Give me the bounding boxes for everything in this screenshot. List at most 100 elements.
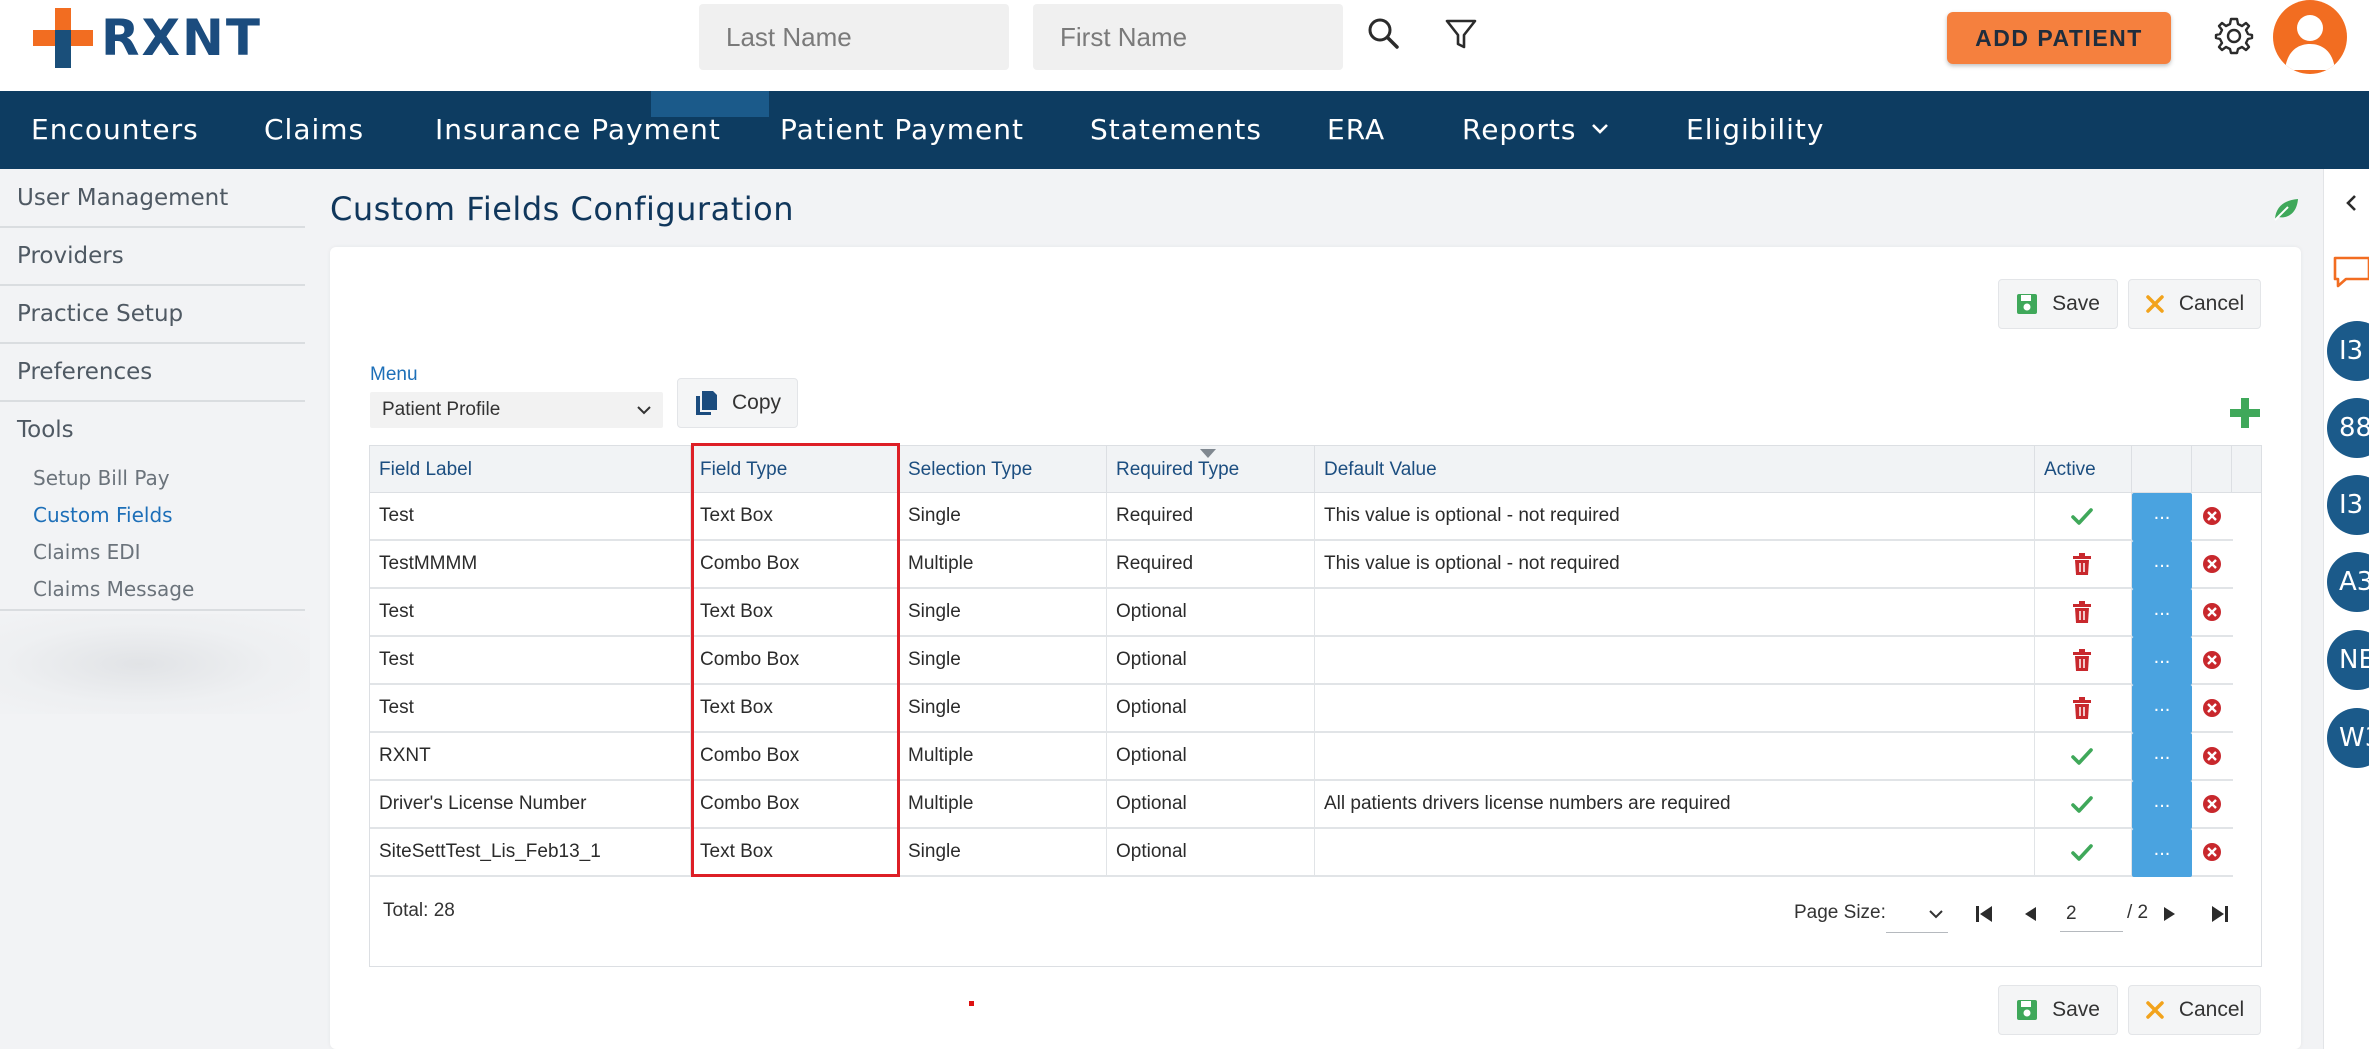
header-selection-type[interactable]: Selection Type bbox=[899, 446, 1107, 493]
page-size-select[interactable] bbox=[1886, 895, 1948, 933]
sidebar-subitem-setup-bill-pay[interactable]: Setup Bill Pay bbox=[33, 466, 170, 490]
trash-icon[interactable] bbox=[2070, 648, 2094, 672]
row-options-button[interactable]: ... bbox=[2132, 493, 2192, 541]
remove-row-icon[interactable] bbox=[2202, 842, 2222, 862]
sidebar-divider bbox=[0, 226, 305, 228]
page-total: / 2 bbox=[2127, 902, 2149, 923]
header-field-label[interactable]: Field Label bbox=[370, 446, 691, 493]
cell-default-value bbox=[1315, 589, 2035, 635]
menu-select[interactable]: Patient Profile bbox=[370, 392, 663, 428]
save-button-bottom[interactable]: Save bbox=[1998, 985, 2118, 1035]
remove-row-icon[interactable] bbox=[2202, 794, 2222, 814]
chat-icon[interactable] bbox=[2332, 255, 2369, 289]
cell-required-type: Optional bbox=[1107, 781, 1315, 827]
cell-default-value bbox=[1315, 829, 2035, 875]
sidebar-item-practice-setup[interactable]: Practice Setup bbox=[17, 301, 183, 327]
cell-required-type: Optional bbox=[1107, 685, 1315, 731]
nav-eligibility[interactable]: Eligibility bbox=[1686, 91, 1824, 169]
cell-field-label: RXNT bbox=[370, 733, 691, 779]
row-options-button[interactable]: ... bbox=[2132, 829, 2192, 877]
nav-statements[interactable]: Statements bbox=[1090, 91, 1262, 169]
cell-required-type: Optional bbox=[1107, 829, 1315, 875]
add-patient-button[interactable]: ADD PATIENT bbox=[1947, 12, 2171, 64]
row-options-button[interactable]: ... bbox=[2132, 637, 2192, 685]
cell-required-type: Optional bbox=[1107, 733, 1315, 779]
table-row[interactable]: Driver's License Number Combo Box Multiple… bbox=[370, 781, 2233, 829]
header-default-value[interactable]: Default Value bbox=[1315, 446, 2035, 493]
nav-claims[interactable]: Claims bbox=[264, 91, 364, 169]
row-options-button[interactable]: ... bbox=[2132, 781, 2192, 829]
page-number-input[interactable] bbox=[2060, 896, 2123, 932]
first-name-input[interactable] bbox=[1033, 4, 1343, 70]
table-row[interactable]: Test Text Box Single Optional... bbox=[370, 589, 2233, 637]
table-row[interactable]: SiteSettTest_Lis_Feb13_1 Text Box Single Op… bbox=[370, 829, 2233, 877]
active-check-icon bbox=[2071, 508, 2093, 525]
remove-row-icon[interactable] bbox=[2202, 506, 2222, 526]
cell-selection-type: Single bbox=[899, 685, 1107, 731]
nav-encounters[interactable]: Encounters bbox=[31, 91, 199, 169]
copy-label: Copy bbox=[731, 391, 782, 414]
cell-required-type: Required bbox=[1107, 541, 1315, 587]
table-row[interactable]: Test Combo Box Single Optional... bbox=[370, 637, 2233, 685]
remove-row-icon[interactable] bbox=[2202, 554, 2222, 574]
search-icon[interactable] bbox=[1364, 14, 1404, 54]
trash-icon[interactable] bbox=[2070, 600, 2094, 624]
remove-row-icon[interactable] bbox=[2202, 602, 2222, 622]
sidebar-subitem-claims-message[interactable]: Claims Message bbox=[33, 577, 194, 601]
nav-reports[interactable]: Reports bbox=[1462, 91, 1576, 169]
app-header: RXNT ADD PATIENT bbox=[0, 0, 2369, 91]
last-page-icon[interactable] bbox=[2209, 903, 2231, 925]
cell-required-type: Optional bbox=[1107, 589, 1315, 635]
save-button-top[interactable]: Save bbox=[1998, 279, 2118, 329]
table-row[interactable]: TestMMMM Combo Box Multiple Required This va… bbox=[370, 541, 2233, 589]
row-options-button[interactable]: ... bbox=[2132, 589, 2192, 637]
chevron-down-icon[interactable] bbox=[1590, 121, 1610, 137]
header-edit bbox=[2132, 446, 2192, 493]
sidebar-subitem-claims-edi[interactable]: Claims EDI bbox=[33, 540, 141, 564]
trash-icon[interactable] bbox=[2070, 552, 2094, 576]
previous-page-icon[interactable] bbox=[2021, 903, 2039, 925]
cell-field-label: TestMMMM bbox=[370, 541, 691, 587]
sidebar-subitem-custom-fields[interactable]: Custom Fields bbox=[33, 503, 173, 527]
remove-row-icon[interactable] bbox=[2202, 650, 2222, 670]
table-row[interactable]: Test Text Box Single Required This value is … bbox=[370, 493, 2233, 541]
table-row[interactable]: RXNT Combo Box Multiple Optional... bbox=[370, 733, 2233, 781]
copy-button[interactable]: Copy bbox=[677, 378, 798, 428]
save-label: Save bbox=[2052, 998, 2100, 1021]
save-icon bbox=[2017, 294, 2038, 314]
save-label: Save bbox=[2052, 292, 2100, 315]
table-row[interactable]: Test Text Box Single Optional... bbox=[370, 685, 2233, 733]
remove-row-icon[interactable] bbox=[2202, 698, 2222, 718]
trash-icon[interactable] bbox=[2070, 696, 2094, 720]
cell-field-label: Test bbox=[370, 589, 691, 635]
user-avatar[interactable] bbox=[2273, 0, 2347, 74]
cell-field-label: Driver's License Number bbox=[370, 781, 691, 827]
nav-patient-payment[interactable]: Patient Payment bbox=[780, 91, 1024, 169]
remove-row-icon[interactable] bbox=[2202, 746, 2222, 766]
copy-icon bbox=[695, 391, 717, 415]
cancel-button-bottom[interactable]: Cancel bbox=[2128, 985, 2261, 1035]
active-check-icon bbox=[2071, 796, 2093, 813]
sidebar-item-preferences[interactable]: Preferences bbox=[17, 359, 152, 385]
field-type-highlight bbox=[691, 443, 900, 877]
sidebar: User Management Providers Practice Setup… bbox=[0, 169, 310, 1049]
add-field-icon[interactable] bbox=[2228, 396, 2262, 430]
leaf-icon[interactable] bbox=[2272, 196, 2300, 222]
first-page-icon[interactable] bbox=[1973, 903, 1995, 925]
collapse-chevron-icon[interactable] bbox=[2344, 193, 2358, 213]
last-name-input[interactable] bbox=[699, 4, 1009, 70]
sidebar-item-user-management[interactable]: User Management bbox=[17, 185, 228, 211]
sidebar-item-tools[interactable]: Tools bbox=[17, 417, 74, 443]
row-options-button[interactable]: ... bbox=[2132, 541, 2192, 589]
sidebar-item-providers[interactable]: Providers bbox=[17, 243, 124, 269]
rxnt-logo[interactable]: RXNT bbox=[33, 8, 262, 68]
row-options-button[interactable]: ... bbox=[2132, 685, 2192, 733]
filter-icon[interactable] bbox=[1441, 14, 1481, 54]
gear-icon[interactable] bbox=[2214, 16, 2254, 56]
next-page-icon[interactable] bbox=[2161, 903, 2179, 925]
cancel-button-top[interactable]: Cancel bbox=[2128, 279, 2261, 329]
nav-era[interactable]: ERA bbox=[1327, 91, 1385, 169]
row-options-button[interactable]: ... bbox=[2132, 733, 2192, 781]
main-nav: Encounters Claims Insurance Payment Pati… bbox=[0, 91, 2369, 169]
header-active[interactable]: Active bbox=[2035, 446, 2132, 493]
